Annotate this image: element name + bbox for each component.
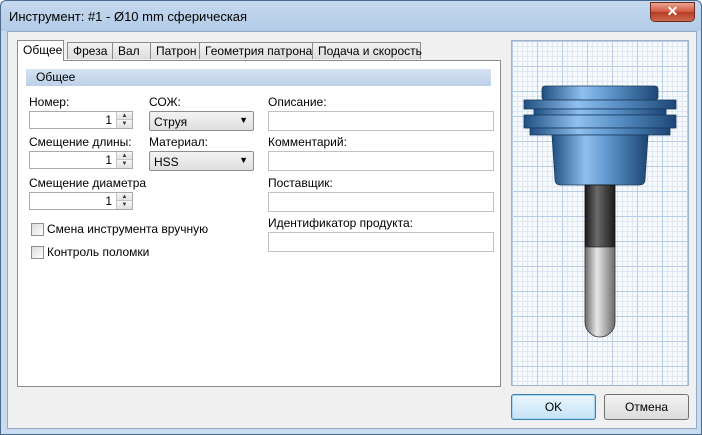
tab-holder-geometry[interactable]: Геометрия патрона [199, 42, 313, 59]
spin-down-icon[interactable]: ▼ [117, 120, 132, 128]
tab-holder[interactable]: Патрон [150, 42, 200, 59]
description-label: Описание: [268, 95, 327, 109]
chevron-down-icon: ▼ [239, 115, 248, 125]
coolant-select[interactable]: Струя ▼ [149, 111, 254, 131]
spin-down-icon[interactable]: ▼ [117, 201, 132, 209]
close-button[interactable]: ✕ [650, 2, 695, 22]
product-id-label: Идентификатор продукта: [268, 216, 414, 230]
holder-ring [529, 127, 671, 136]
spin-up-icon[interactable]: ▲ [117, 152, 132, 160]
length-offset-value: 1 [105, 153, 112, 167]
number-spinner-arrows: ▲ ▼ [116, 112, 132, 128]
tool-shank [584, 184, 616, 248]
dialog-client: Общее Фреза Вал Патрон Геометрия патрона… [7, 31, 697, 429]
tab-cutter[interactable]: Фреза [67, 42, 113, 59]
diameter-offset-value: 1 [105, 194, 112, 208]
number-label: Номер: [29, 95, 70, 109]
close-icon: ✕ [666, 3, 679, 19]
description-field[interactable] [268, 111, 494, 131]
material-select[interactable]: HSS ▼ [149, 151, 254, 171]
ok-button[interactable]: OK [511, 394, 596, 420]
manual-change-checkbox[interactable]: Смена инструмента вручную [31, 222, 211, 238]
general-tab-panel: Общее Номер: 1 ▲ ▼ Смещение длины: 1 ▲ ▼… [17, 60, 501, 387]
material-value: HSS [154, 155, 179, 169]
section-header: Общее [26, 69, 491, 86]
product-id-field[interactable] [268, 232, 494, 252]
length-offset-label: Смещение длины: [29, 135, 132, 149]
tool-preview-image [523, 85, 677, 338]
break-control-checkbox[interactable]: Контроль поломки [31, 245, 171, 261]
coolant-label: СОЖ: [149, 95, 181, 109]
tab-feed-speed[interactable]: Подача и скорость [312, 42, 422, 59]
tab-shaft[interactable]: Вал [112, 42, 151, 59]
title-bar[interactable]: Инструмент: #1 - Ø10 mm сферическая ✕ [1, 1, 701, 31]
holder-flange-top [541, 85, 659, 101]
tool-preview [511, 40, 689, 386]
material-label: Материал: [149, 135, 208, 149]
tab-general[interactable]: Общее [17, 40, 64, 61]
cancel-button[interactable]: Отмена [604, 394, 689, 420]
spin-down-icon[interactable]: ▼ [117, 160, 132, 168]
holder-flange-lower [523, 114, 677, 129]
number-spinner[interactable]: 1 ▲ ▼ [29, 111, 133, 129]
manual-change-label: Смена инструмента вручную [47, 222, 209, 236]
holder-flange [523, 99, 677, 110]
diameter-offset-label: Смещение диаметра [29, 176, 147, 190]
coolant-value: Струя [154, 115, 188, 129]
length-offset-spinner-arrows: ▲ ▼ [116, 152, 132, 168]
break-control-label: Контроль поломки [47, 245, 150, 259]
holder-body [551, 134, 649, 186]
ball-end-cutter [584, 246, 616, 338]
holder-groove [533, 108, 667, 116]
spin-up-icon[interactable]: ▲ [117, 112, 132, 120]
spin-up-icon[interactable]: ▲ [117, 193, 132, 201]
supplier-field[interactable] [268, 192, 494, 212]
diameter-offset-spinner-arrows: ▲ ▼ [116, 193, 132, 209]
comment-field[interactable] [268, 151, 494, 171]
checkbox-box[interactable] [31, 223, 44, 236]
checkbox-box[interactable] [31, 246, 44, 259]
diameter-offset-spinner[interactable]: 1 ▲ ▼ [29, 192, 133, 210]
supplier-label: Поставщик: [268, 176, 333, 190]
chevron-down-icon: ▼ [239, 155, 248, 165]
length-offset-spinner[interactable]: 1 ▲ ▼ [29, 151, 133, 169]
window-title: Инструмент: #1 - Ø10 mm сферическая [9, 9, 248, 24]
dialog-window: Инструмент: #1 - Ø10 mm сферическая ✕ Об… [0, 0, 702, 435]
number-value: 1 [105, 113, 112, 127]
comment-label: Комментарий: [268, 135, 347, 149]
